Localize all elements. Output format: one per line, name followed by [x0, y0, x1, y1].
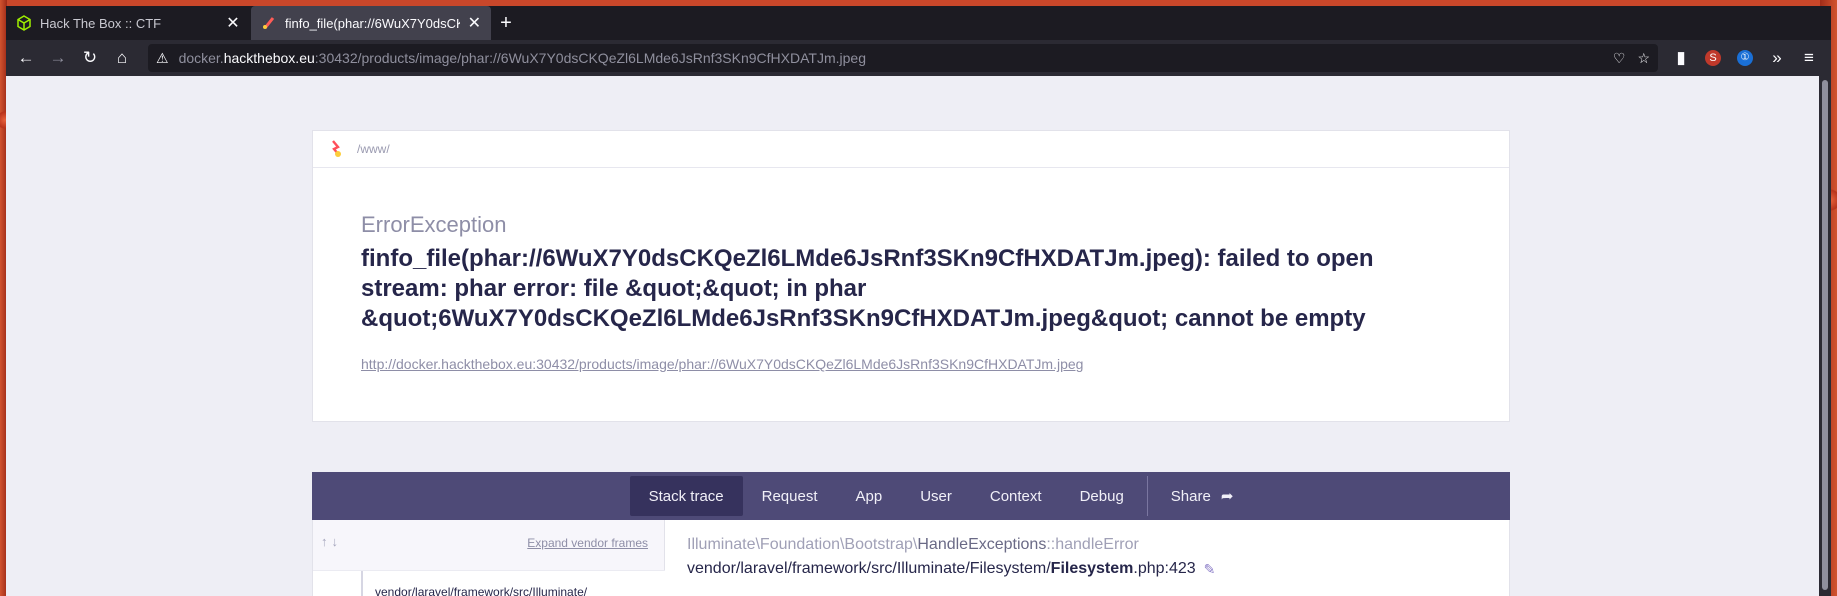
hackthebox-cube-icon: [16, 15, 32, 31]
stack-frame-item[interactable]: vendor/laravel/framework/src/Illuminate/: [313, 570, 665, 596]
extensions-area: ▮ S ① » ≡: [1668, 44, 1822, 72]
tab-hackthebox[interactable]: Hack The Box :: CTF ✕: [6, 6, 251, 40]
share-button[interactable]: Share ➦: [1152, 476, 1253, 516]
browser-window: Hack The Box :: CTF ✕ finfo_file(phar://…: [6, 6, 1831, 596]
extension-s-icon[interactable]: S: [1700, 44, 1726, 72]
share-arrow-icon: ➦: [1220, 488, 1234, 505]
frame-navigation-arrows-icon[interactable]: ↑↓: [321, 534, 342, 549]
tab-request[interactable]: Request: [743, 476, 837, 516]
crumb-path: /www/: [357, 142, 390, 156]
overflow-chevrons-icon[interactable]: »: [1764, 44, 1790, 72]
close-tab-icon[interactable]: ✕: [225, 13, 241, 33]
tab-error-page[interactable]: finfo_file(phar://6WuX7Y0dsCKQeZl6LMde6J…: [251, 6, 491, 40]
scrollbar-thumb[interactable]: [1822, 80, 1828, 590]
new-tab-plus-icon[interactable]: +: [491, 6, 521, 40]
tab-app[interactable]: App: [837, 476, 902, 516]
frame-details: Illuminate\Foundation\Bootstrap\HandleEx…: [687, 536, 1215, 578]
menu-hamburger-icon[interactable]: ≡: [1796, 44, 1822, 72]
address-bar[interactable]: ⚠ docker.hackthebox.eu:30432/products/im…: [148, 44, 1658, 72]
close-tab-icon[interactable]: ✕: [468, 13, 481, 33]
home-icon[interactable]: ⌂: [108, 44, 136, 72]
frame-class: Illuminate\Foundation\Bootstrap\HandleEx…: [687, 536, 1139, 553]
reload-icon[interactable]: ↻: [76, 44, 104, 72]
edit-pencil-icon[interactable]: ✎: [1204, 561, 1216, 578]
tab-stack-trace[interactable]: Stack trace: [629, 476, 743, 516]
nav-divider: [1146, 476, 1148, 516]
exception-class: ErrorException: [361, 212, 507, 237]
frame-path: vendor/laravel/framework/src/Illuminate/: [375, 585, 588, 596]
tab-title: finfo_file(phar://6WuX7Y0dsCKQeZl6LMde6J…: [285, 15, 460, 31]
ignition-flame-icon: [261, 15, 277, 31]
insecure-warning-icon[interactable]: ⚠: [156, 50, 169, 67]
frame-indicator: [361, 571, 363, 596]
exception-message: finfo_file(phar://6WuX7Y0dsCKQeZl6LMde6J…: [361, 245, 1374, 332]
bookmark-star-icon[interactable]: ☆: [1637, 50, 1650, 67]
ignition-logo-icon: [329, 139, 343, 160]
nav-toolbar: ← → ↻ ⌂ ⚠ docker.hackthebox.eu:30432/pro…: [6, 40, 1831, 76]
back-arrow-icon[interactable]: ←: [12, 44, 40, 72]
request-url-link[interactable]: http://docker.hackthebox.eu:30432/produc…: [361, 356, 1461, 372]
error-tabs-nav: Stack trace Request App User Context Deb…: [312, 472, 1510, 520]
expand-vendor-frames-link[interactable]: Expand vendor frames: [527, 536, 648, 550]
page-scrollbar[interactable]: [1819, 76, 1831, 596]
tab-title: Hack The Box :: CTF: [40, 15, 162, 31]
frames-list: ↑↓ Expand vendor frames vendor/laravel/f…: [313, 520, 665, 596]
tab-debug[interactable]: Debug: [1061, 476, 1143, 516]
url-text: docker.hackthebox.eu:30432/products/imag…: [178, 50, 866, 66]
tab-user[interactable]: User: [901, 476, 971, 516]
pocket-icon[interactable]: ♡: [1613, 50, 1626, 67]
password-manager-icon[interactable]: ①: [1732, 44, 1758, 72]
tab-context[interactable]: Context: [971, 476, 1061, 516]
stack-trace-panel: ↑↓ Expand vendor frames vendor/laravel/f…: [312, 520, 1510, 596]
library-icon[interactable]: ▮: [1668, 44, 1694, 72]
page-content: /www/ ErrorException finfo_file(phar://6…: [6, 76, 1819, 596]
error-header-card: /www/ ErrorException finfo_file(phar://6…: [312, 130, 1510, 422]
tab-strip: Hack The Box :: CTF ✕ finfo_file(phar://…: [6, 6, 1831, 40]
breadcrumb: /www/: [313, 131, 1509, 168]
share-label: Share: [1170, 487, 1211, 505]
forward-arrow-icon[interactable]: →: [44, 44, 72, 72]
frame-file: vendor/laravel/framework/src/Illuminate/…: [687, 560, 1216, 578]
